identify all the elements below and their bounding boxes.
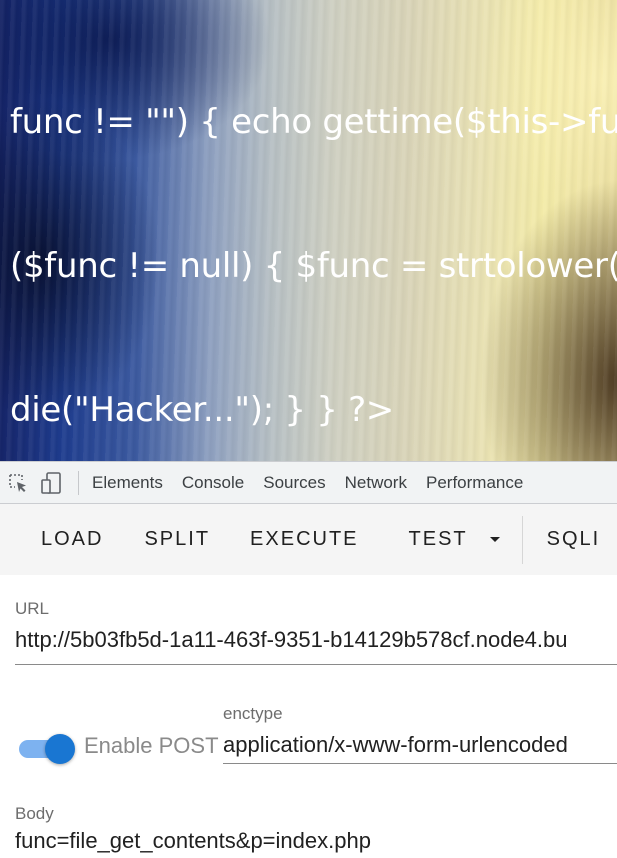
split-button[interactable]: SPLIT xyxy=(144,504,210,575)
hackbar-form: URL http://5b03fb5d-1a11-463f-9351-b1412… xyxy=(0,575,617,858)
body-input[interactable]: func=file_get_contents&p=index.php xyxy=(15,828,617,858)
php-source-text: func != "") { echo gettime($this->fu ($f… xyxy=(10,2,617,461)
load-button[interactable]: LOAD xyxy=(41,504,103,575)
code-line: func != "") { echo gettime($this->fu xyxy=(10,102,617,142)
device-toolbar-icon[interactable] xyxy=(36,462,68,504)
code-line: die("Hacker..."); } } ?> xyxy=(10,390,394,430)
tab-elements[interactable]: Elements xyxy=(91,462,181,504)
enable-post-toggle[interactable] xyxy=(17,732,77,764)
enctype-label: enctype xyxy=(223,704,283,723)
inspect-element-icon[interactable] xyxy=(2,462,34,504)
enctype-select[interactable]: application/x-www-form-urlencoded xyxy=(223,729,617,764)
hackbar-toolbar: LOAD SPLIT EXECUTE TEST SQLI xyxy=(0,504,617,575)
sqli-menu-button[interactable]: SQLI xyxy=(547,504,601,575)
tab-console[interactable]: Console xyxy=(182,462,262,504)
url-input[interactable]: http://5b03fb5d-1a11-463f-9351-b14129b57… xyxy=(15,623,617,665)
page-viewport: func != "") { echo gettime($this->fu ($f… xyxy=(0,0,617,461)
toolbar-divider xyxy=(521,515,523,564)
enable-post-label: Enable POST xyxy=(84,733,219,758)
tab-performance[interactable]: Performance xyxy=(426,462,541,504)
toggle-thumb xyxy=(45,734,75,764)
execute-button[interactable]: EXECUTE xyxy=(250,504,358,575)
devtools-tab-bar: Elements Console Sources Network Perform… xyxy=(0,461,617,504)
test-dropdown-button[interactable]: TEST xyxy=(409,504,500,575)
url-label: URL xyxy=(15,599,50,618)
body-label: Body xyxy=(15,804,54,823)
tab-sources[interactable]: Sources xyxy=(263,462,343,504)
tab-network[interactable]: Network xyxy=(345,462,425,504)
toolbar-divider xyxy=(78,470,79,495)
code-line: ($func != null) { $func = strtolower( xyxy=(10,246,617,286)
caret-down-icon xyxy=(489,537,500,542)
test-button-label: TEST xyxy=(408,528,468,550)
